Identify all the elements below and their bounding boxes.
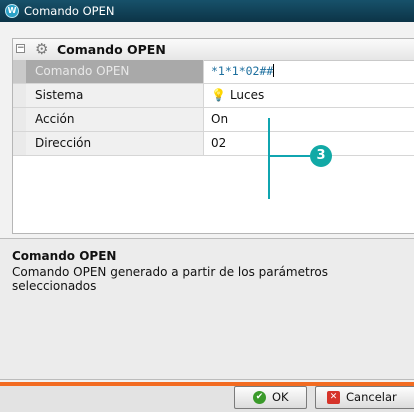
property-name: Comando OPEN (26, 60, 204, 83)
check-icon: ✔ (253, 391, 266, 404)
property-value[interactable]: 💡 Luces (205, 84, 414, 107)
property-row-direccion[interactable]: Dirección 02 (13, 132, 414, 156)
window-title: Comando OPEN (24, 4, 115, 18)
bulb-icon: 💡 (211, 88, 226, 102)
property-row-accion[interactable]: Acción On (13, 108, 414, 132)
property-row-comando-open[interactable]: Comando OPEN *1*1*02## (13, 60, 414, 84)
property-value[interactable]: 02 (205, 132, 414, 155)
callout-line (268, 118, 270, 199)
property-grid-title: Comando OPEN (57, 42, 166, 57)
description-text: Comando OPEN generado a partir de los pa… (12, 265, 328, 293)
cancel-button[interactable]: ✕ Cancelar (315, 386, 414, 409)
ok-button[interactable]: ✔ OK (234, 386, 307, 409)
callout-line (270, 155, 310, 157)
collapse-toggle-icon[interactable]: − (16, 44, 25, 53)
description-panel: Comando OPEN Comando OPEN generado a par… (0, 238, 414, 380)
window-titlebar: W Comando OPEN (0, 0, 414, 22)
property-name: Dirección (26, 132, 204, 155)
description-title: Comando OPEN (12, 249, 117, 263)
callout-badge: 3 (310, 145, 332, 167)
property-row-sistema[interactable]: Sistema 💡 Luces (13, 84, 414, 108)
property-value[interactable]: On (205, 108, 414, 131)
property-name: Sistema (26, 84, 204, 107)
property-grid-header[interactable]: − ⚙ Comando OPEN (13, 39, 414, 61)
gear-icon: ⚙ (35, 40, 49, 58)
close-icon: ✕ (327, 391, 340, 404)
property-name: Acción (26, 108, 204, 131)
property-value-input[interactable]: *1*1*02## (205, 60, 414, 83)
text-caret (273, 64, 275, 77)
property-grid: − ⚙ Comando OPEN Comando OPEN *1*1*02## … (12, 38, 414, 234)
app-logo-icon: W (5, 4, 19, 18)
dialog-body: − ⚙ Comando OPEN Comando OPEN *1*1*02## … (0, 22, 414, 412)
